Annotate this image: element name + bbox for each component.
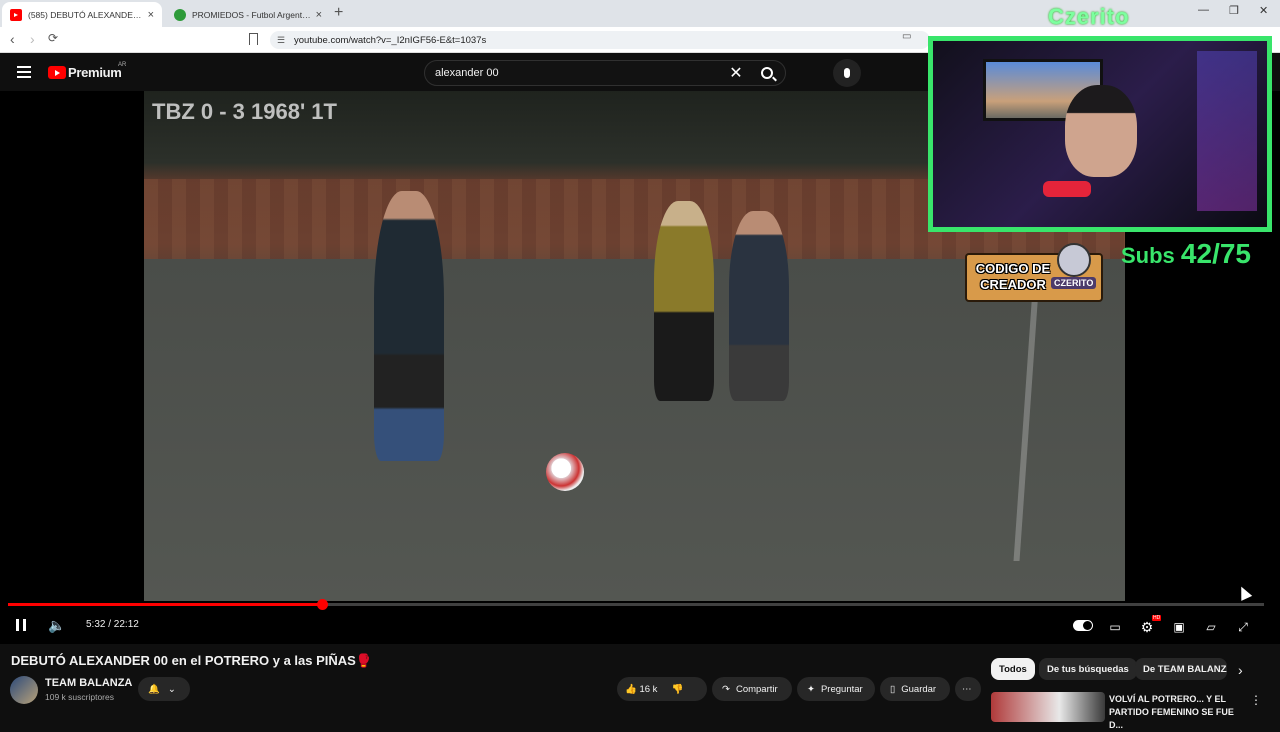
site-info-icon[interactable]: ☰: [277, 35, 285, 46]
subs-value: 42/75: [1180, 238, 1251, 269]
subtitles-icon[interactable]: ▭: [1104, 616, 1126, 638]
save-button[interactable]: ▯ Guardar: [880, 677, 950, 701]
pause-icon[interactable]: [16, 619, 26, 631]
reload-icon[interactable]: ⟳: [48, 31, 58, 45]
youtube-play-icon: [48, 66, 66, 79]
recommendation-thumbnail[interactable]: [991, 692, 1105, 722]
mascot-icon: [1057, 243, 1091, 277]
promiedos-icon: [174, 8, 186, 21]
search-box: ✕: [424, 60, 786, 86]
like-count: 16 k: [639, 683, 658, 695]
fullscreen-icon[interactable]: ⤢: [1232, 616, 1254, 638]
subs-label: Subs: [1121, 243, 1175, 268]
autoplay-toggle[interactable]: [1073, 620, 1093, 631]
like-dislike-group: 👍 16 k 👎: [617, 677, 707, 701]
clear-search-icon[interactable]: ✕: [723, 63, 749, 83]
save-label: Guardar: [901, 683, 937, 695]
install-icon[interactable]: ▭: [902, 31, 911, 42]
sparkle-icon: ✦: [807, 683, 815, 695]
streamer: [1065, 85, 1137, 177]
youtube-logo[interactable]: Premium AR: [48, 62, 126, 80]
cast-icon[interactable]: ▱: [1200, 616, 1222, 638]
player-controls: 🔈 5:32 / 22:12 ▭ ⚙ HD ▣ ▱ ⤢: [0, 611, 1280, 644]
ask-label: Preguntar: [820, 683, 863, 695]
progress-scrubber[interactable]: [317, 599, 328, 610]
subscriber-count: 109 k suscriptores: [45, 692, 114, 702]
stream-brand: Czerito: [1048, 4, 1130, 29]
more-icon: ⋯: [962, 683, 972, 695]
restore-icon[interactable]: ❐: [1229, 4, 1239, 17]
search-input[interactable]: [425, 67, 723, 79]
progress-fill: [8, 603, 322, 606]
court-floor: [144, 259, 1125, 601]
tab-title: PROMIEDOS - Futbol Argentino - Fi: [192, 9, 312, 20]
bookmark-save-icon: ▯: [890, 683, 896, 695]
country-code: AR: [118, 62, 127, 68]
webcam-overlay: [928, 36, 1272, 232]
dislike-button[interactable]: 👎: [671, 684, 683, 695]
minimize-icon[interactable]: —: [1198, 4, 1209, 16]
share-label: Compartir: [735, 683, 778, 695]
creator-code-badge: CODIGO DE CREADOR CZERITO: [965, 243, 1103, 302]
close-tab-icon[interactable]: ×: [148, 9, 154, 21]
tab-title: (585) DEBUTÓ ALEXANDER 00 e: [28, 9, 144, 20]
url-field[interactable]: ☰ youtube.com/watch?v=_I2nIGF56-E&t=1037…: [270, 31, 930, 49]
tab-youtube[interactable]: (585) DEBUTÓ ALEXANDER 00 e ×: [2, 2, 162, 27]
search-icon: [761, 67, 773, 79]
volume-icon[interactable]: 🔈: [48, 617, 65, 634]
ask-button[interactable]: ✦ Preguntar: [797, 677, 875, 701]
recommendation-title[interactable]: VOLVÍ AL POTRERO... Y EL PARTIDO FEMENIN…: [1109, 693, 1249, 732]
like-button[interactable]: 👍 16 k: [625, 684, 657, 695]
progress-bar[interactable]: [8, 599, 1264, 610]
url-text: youtube.com/watch?v=_I2nIGF56-E&t=1037s: [294, 34, 487, 46]
back-icon[interactable]: ‹: [10, 31, 15, 47]
chevron-down-icon: ⌄: [167, 683, 176, 695]
video-scoreboard: TBZ 0 - 3 1968' 1T: [152, 99, 337, 124]
hd-badge: HD: [1152, 615, 1162, 621]
ball: [546, 453, 584, 491]
chip-all[interactable]: Todos: [991, 658, 1035, 680]
tab-promiedos[interactable]: PROMIEDOS - Futbol Argentino - Fi ×: [166, 2, 330, 27]
rgb-light: [1197, 51, 1257, 211]
forward-icon[interactable]: ›: [30, 31, 35, 47]
bookmark-icon[interactable]: [249, 33, 258, 45]
close-window-icon[interactable]: ✕: [1259, 4, 1268, 17]
channel-name[interactable]: TEAM BALANZA: [45, 677, 132, 689]
notification-button[interactable]: 🔔 ⌄: [138, 677, 190, 701]
player-figure: [729, 211, 789, 401]
more-actions-button[interactable]: ⋯: [955, 677, 981, 701]
channel-avatar[interactable]: [10, 676, 38, 704]
new-tab-button[interactable]: +: [334, 4, 343, 22]
voice-search-button[interactable]: [833, 59, 861, 87]
menu-icon[interactable]: [17, 66, 31, 81]
miniplayer-icon[interactable]: ▣: [1168, 616, 1190, 638]
chevron-right-icon[interactable]: ›: [1238, 662, 1243, 678]
subs-counter: Subs 42/75: [1121, 238, 1251, 270]
creator-code-text: CODIGO DE CREADOR: [975, 261, 1051, 292]
player-figure: [654, 201, 714, 401]
share-button[interactable]: ↷ Compartir: [712, 677, 792, 701]
logo-text: Premium: [68, 65, 122, 80]
chip-from-searches[interactable]: De tus búsquedas: [1039, 658, 1137, 680]
close-tab-icon[interactable]: ×: [316, 9, 322, 21]
recommendation-menu-icon[interactable]: ⋮: [1250, 693, 1262, 707]
video-title: DEBUTÓ ALEXANDER 00 en el POTRERO y a la…: [11, 653, 373, 668]
chip-from-channel[interactable]: De TEAM BALANZA: [1135, 658, 1227, 680]
creator-tag: CZERITO: [1051, 277, 1097, 289]
youtube-icon: [10, 8, 22, 21]
search-button[interactable]: [749, 60, 785, 86]
time-display: 5:32 / 22:12: [86, 619, 139, 630]
share-icon: ↷: [722, 683, 730, 695]
mic-icon: [844, 68, 850, 78]
player-figure: [374, 191, 444, 461]
bell-icon: 🔔: [148, 683, 160, 695]
streamer-microphone: [1043, 181, 1091, 197]
